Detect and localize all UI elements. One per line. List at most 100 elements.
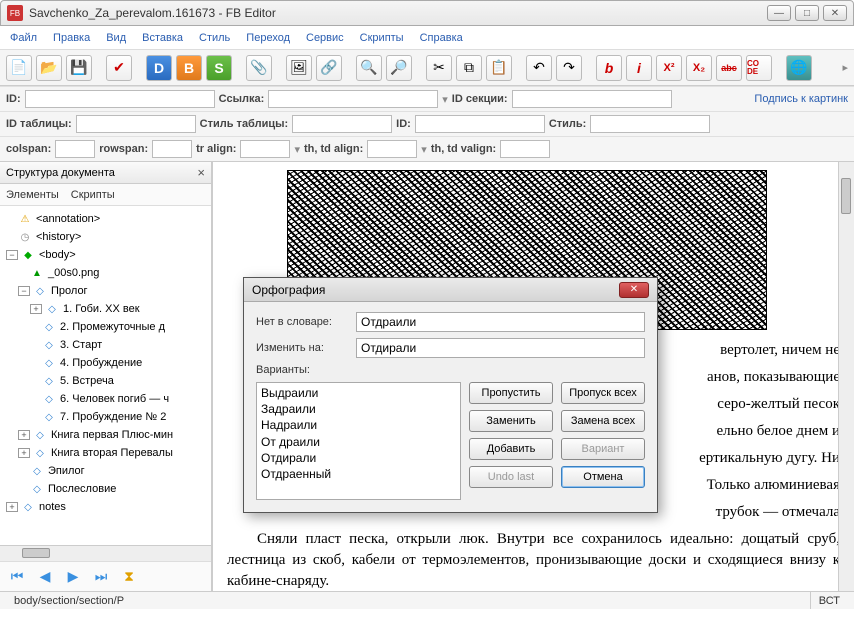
tree-toggle-icon[interactable]: + bbox=[6, 502, 18, 512]
para-2[interactable]: Сняли пласт песка, открыли люк. Внутри в… bbox=[227, 529, 840, 591]
redo-icon[interactable]: ↷ bbox=[556, 55, 582, 81]
image-icon[interactable]: 🖼 bbox=[286, 55, 312, 81]
cancel-button[interactable]: Отмена bbox=[561, 466, 645, 488]
document-tree[interactable]: ⚠<annotation>◷<history>−◆<body>▲_00s0.pn… bbox=[0, 206, 211, 545]
menu-help[interactable]: Справка bbox=[420, 32, 463, 44]
input-id2[interactable] bbox=[415, 115, 545, 133]
bold-button[interactable]: b bbox=[596, 55, 622, 81]
menu-edit[interactable]: Правка bbox=[53, 32, 90, 44]
caption-link[interactable]: Подпись к картинк bbox=[754, 93, 848, 105]
paste-icon[interactable]: 📋 bbox=[486, 55, 512, 81]
input-colspan[interactable] bbox=[55, 140, 95, 158]
input-tableid[interactable] bbox=[76, 115, 196, 133]
tree-item[interactable]: +◇Книга первая Плюс-мин bbox=[2, 426, 209, 444]
input-rowspan[interactable] bbox=[152, 140, 192, 158]
menu-scripts[interactable]: Скрипты bbox=[360, 32, 404, 44]
tree-item[interactable]: ◇5. Встреча bbox=[2, 372, 209, 390]
close-button[interactable]: ✕ bbox=[823, 5, 847, 21]
nav-next-icon[interactable]: ▶ bbox=[62, 567, 84, 587]
code-button[interactable]: CO DE bbox=[746, 55, 772, 81]
skip-all-button[interactable]: Пропуск всех bbox=[561, 382, 645, 404]
tab-scripts[interactable]: Скрипты bbox=[71, 189, 115, 201]
strike-button[interactable]: abc bbox=[716, 55, 742, 81]
input-style[interactable] bbox=[590, 115, 710, 133]
tree-item[interactable]: −◆<body> bbox=[2, 246, 209, 264]
variant-option[interactable]: Отдирали bbox=[261, 450, 456, 466]
tree-item[interactable]: ◇3. Старт bbox=[2, 336, 209, 354]
variant-option[interactable]: Выдраили bbox=[261, 385, 456, 401]
input-not-in-dict[interactable] bbox=[356, 312, 645, 332]
menu-goto[interactable]: Переход bbox=[246, 32, 290, 44]
toolbar-overflow-icon[interactable]: ▸ bbox=[842, 61, 848, 74]
tree-item[interactable]: ◇Эпилог bbox=[2, 462, 209, 480]
nav-last-icon[interactable]: ⏭ bbox=[90, 567, 112, 587]
input-change-to[interactable] bbox=[356, 338, 645, 358]
minimize-button[interactable]: — bbox=[767, 5, 791, 21]
new-icon[interactable]: 📄 bbox=[6, 55, 32, 81]
input-tdvalign[interactable] bbox=[500, 140, 550, 158]
tree-item[interactable]: ▲_00s0.png bbox=[2, 264, 209, 282]
tree-item[interactable]: ◇Послесловие bbox=[2, 480, 209, 498]
tree-item[interactable]: ◇4. Пробуждение bbox=[2, 354, 209, 372]
menu-file[interactable]: Файл bbox=[10, 32, 37, 44]
tree-toggle-icon[interactable]: − bbox=[6, 250, 18, 260]
input-tablestyle[interactable] bbox=[292, 115, 392, 133]
editor-vscroll[interactable] bbox=[838, 162, 854, 591]
mode-d-button[interactable]: D bbox=[146, 55, 172, 81]
tree-item[interactable]: ◷<history> bbox=[2, 228, 209, 246]
tree-item[interactable]: ◇7. Пробуждение № 2 bbox=[2, 408, 209, 426]
tree-toggle-icon[interactable]: − bbox=[18, 286, 30, 296]
mode-b-button[interactable]: B bbox=[176, 55, 202, 81]
dialog-close-button[interactable]: ✕ bbox=[619, 282, 649, 298]
validate-icon[interactable]: ✔ bbox=[106, 55, 132, 81]
add-button[interactable]: Добавить bbox=[469, 438, 553, 460]
web-icon[interactable]: 🌐 bbox=[786, 55, 812, 81]
tdalign-dropdown-icon[interactable]: ▾ bbox=[421, 143, 427, 156]
tree-hscroll[interactable] bbox=[0, 545, 211, 561]
tree-item[interactable]: ◇2. Промежуточные д bbox=[2, 318, 209, 336]
replace-button[interactable]: Заменить bbox=[469, 410, 553, 432]
find-icon[interactable]: 🔍 bbox=[356, 55, 382, 81]
link-dropdown-icon[interactable]: ▾ bbox=[442, 93, 448, 106]
nav-first-icon[interactable]: ⏮ bbox=[6, 567, 28, 587]
tree-item[interactable]: +◇notes bbox=[2, 498, 209, 516]
menu-tools[interactable]: Сервис bbox=[306, 32, 344, 44]
tab-elements[interactable]: Элементы bbox=[6, 189, 59, 201]
copy-icon[interactable]: ⧉ bbox=[456, 55, 482, 81]
italic-button[interactable]: i bbox=[626, 55, 652, 81]
input-tdalign[interactable] bbox=[367, 140, 417, 158]
replace-all-button[interactable]: Замена всех bbox=[561, 410, 645, 432]
replace-icon[interactable]: 🔎 bbox=[386, 55, 412, 81]
attach-icon[interactable]: 📎 bbox=[246, 55, 272, 81]
skip-button[interactable]: Пропустить bbox=[469, 382, 553, 404]
tree-item[interactable]: ⚠<annotation> bbox=[2, 210, 209, 228]
sup-button[interactable]: X² bbox=[656, 55, 682, 81]
sidebar-close-icon[interactable]: × bbox=[197, 165, 205, 180]
tree-item[interactable]: ◇6. Человек погиб — ч bbox=[2, 390, 209, 408]
save-icon[interactable]: 💾 bbox=[66, 55, 92, 81]
menu-insert[interactable]: Вставка bbox=[142, 32, 183, 44]
menu-view[interactable]: Вид bbox=[106, 32, 126, 44]
variant-option[interactable]: Надраили bbox=[261, 417, 456, 433]
tree-toggle-icon[interactable]: + bbox=[30, 304, 42, 314]
tree-item[interactable]: +◇1. Гоби. XX век bbox=[2, 300, 209, 318]
menu-style[interactable]: Стиль bbox=[199, 32, 230, 44]
input-idsec[interactable] bbox=[512, 90, 672, 108]
maximize-button[interactable]: □ bbox=[795, 5, 819, 21]
undo-icon[interactable]: ↶ bbox=[526, 55, 552, 81]
variant-option[interactable]: Отдраенный bbox=[261, 466, 456, 482]
cut-icon[interactable]: ✂ bbox=[426, 55, 452, 81]
input-link[interactable] bbox=[268, 90, 438, 108]
tralign-dropdown-icon[interactable]: ▾ bbox=[294, 143, 300, 156]
tree-item[interactable]: −◇Пролог bbox=[2, 282, 209, 300]
input-id[interactable] bbox=[25, 90, 215, 108]
mode-s-button[interactable]: S bbox=[206, 55, 232, 81]
tree-item[interactable]: +◇Книга вторая Перевалы bbox=[2, 444, 209, 462]
open-icon[interactable]: 📂 bbox=[36, 55, 62, 81]
link-icon[interactable]: 🔗 bbox=[316, 55, 342, 81]
tree-toggle-icon[interactable]: + bbox=[18, 430, 30, 440]
tree-toggle-icon[interactable]: + bbox=[18, 448, 30, 458]
variant-option[interactable]: От драили bbox=[261, 434, 456, 450]
variant-option[interactable]: Задраили bbox=[261, 401, 456, 417]
input-tralign[interactable] bbox=[240, 140, 290, 158]
